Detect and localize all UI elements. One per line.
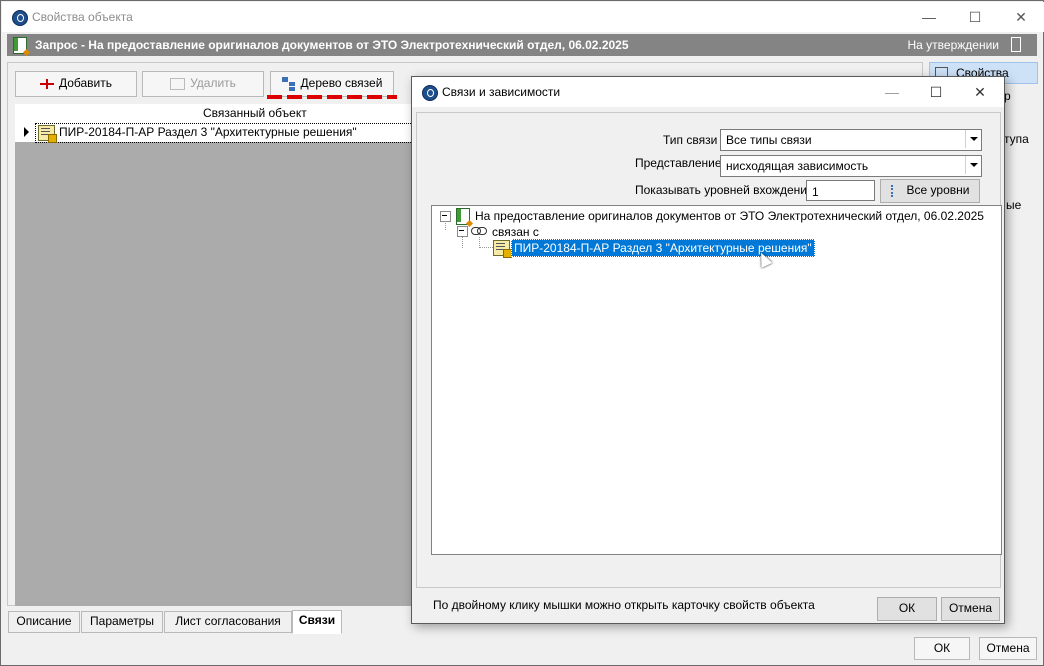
add-icon — [39, 78, 54, 89]
close-icon[interactable]: ✕ — [998, 2, 1044, 32]
grid-header-label: Связанный объект — [203, 106, 307, 120]
delete-button[interactable]: Удалить — [142, 71, 264, 97]
link-tree-icon — [281, 76, 296, 91]
links-dialog: Связи и зависимости — ☐ ✕ Тип связи Все … — [411, 76, 1005, 624]
annotation-dash — [307, 95, 322, 99]
document-status[interactable]: На утверждении — [908, 38, 1000, 52]
status-menu-icon[interactable] — [1011, 37, 1021, 52]
add-button-label: Добавить — [58, 76, 113, 90]
view-value: нисходящая зависимость — [726, 159, 869, 173]
levels-input[interactable]: 1 — [806, 180, 875, 201]
tree-line — [479, 247, 493, 248]
right-side-item[interactable]: ые — [1006, 198, 1021, 212]
dialog-maximize-icon[interactable]: ☐ — [914, 77, 958, 107]
levels-value: 1 — [812, 185, 819, 199]
tab-links-label: Связи — [298, 613, 336, 627]
annotation-dash — [287, 95, 302, 99]
main-window-title: Свойства объекта — [32, 10, 133, 24]
linked-objects-grid: Связанный объект ПИР-20184-П-АР Раздел 3… — [15, 104, 417, 606]
tree-line — [445, 221, 446, 230]
add-button[interactable]: Добавить — [15, 71, 137, 97]
link-type-label: Тип связи — [663, 133, 718, 147]
tab-parameters-label: Параметры — [90, 614, 154, 628]
tree-root-node[interactable]: На предоставление оригиналов документов … — [475, 209, 984, 223]
right-side-item[interactable]: р — [1004, 89, 1011, 103]
chevron-down-icon[interactable] — [965, 130, 981, 148]
linked-object-name: ПИР-20184-П-АР Раздел 3 "Архитектурные р… — [59, 125, 357, 139]
annotation-dash — [327, 95, 342, 99]
tree-child-node[interactable]: ПИР-20184-П-АР Раздел 3 "Архитектурные р… — [511, 239, 815, 257]
link-tree-button[interactable]: Дерево связей — [270, 71, 394, 97]
tab-parameters[interactable]: Параметры — [81, 611, 163, 633]
dialog-cancel-button[interactable]: Отмена — [941, 597, 1000, 621]
tab-approval-sheet[interactable]: Лист согласования — [164, 611, 292, 633]
dialog-ok-button[interactable]: ОК — [877, 597, 937, 621]
maximize-icon[interactable]: ☐ — [952, 2, 998, 32]
dialog-minimize-icon[interactable]: — — [870, 77, 914, 107]
annotation-dash — [267, 95, 282, 99]
tree-relation-node[interactable]: связан с — [492, 225, 539, 239]
levels-icon — [890, 184, 901, 197]
grid-header[interactable]: Связанный объект — [15, 104, 415, 124]
cancel-button[interactable]: Отмена — [979, 637, 1037, 660]
table-row[interactable]: ПИР-20184-П-АР Раздел 3 "Архитектурные р… — [15, 123, 417, 143]
links-tree[interactable]: На предоставление оригиналов документов … — [431, 205, 1002, 555]
collapse-icon[interactable] — [457, 226, 468, 237]
hint-text: По двойному клику мышки можно открыть ка… — [433, 598, 815, 612]
dialog-titlebar: Связи и зависимости — ☐ ✕ — [412, 77, 1004, 107]
project-document-icon — [493, 240, 512, 258]
view-select[interactable]: нисходящая зависимость — [720, 155, 982, 177]
project-document-icon — [38, 125, 57, 143]
minimize-icon[interactable]: — — [906, 2, 952, 32]
delete-icon — [170, 77, 186, 90]
tab-description-label: Описание — [16, 614, 72, 628]
document-title: Запрос - На предоставление оригиналов до… — [35, 38, 629, 52]
main-titlebar: Свойства объекта — ☐ ✕ — [2, 2, 1044, 32]
levels-label: Показывать уровней вхождения — [635, 183, 814, 197]
dialog-title: Связи и зависимости — [442, 85, 561, 99]
document-icon — [13, 37, 27, 54]
annotation-dash — [367, 95, 382, 99]
document-icon — [456, 208, 470, 225]
annotation-dash — [387, 95, 397, 99]
row-pointer-icon — [24, 127, 29, 137]
view-label: Представление — [635, 156, 722, 170]
dialog-app-icon — [422, 85, 438, 101]
delete-button-label: Удалить — [190, 76, 236, 90]
tab-links[interactable]: Связи — [292, 610, 342, 634]
link-type-value: Все типы связи — [726, 133, 812, 147]
all-levels-label: Все уровни — [906, 183, 970, 197]
app-icon — [12, 10, 28, 26]
chevron-down-icon[interactable] — [965, 156, 981, 174]
tree-line — [462, 237, 463, 248]
dialog-close-icon[interactable]: ✕ — [958, 77, 1002, 107]
link-tree-button-label: Дерево связей — [300, 76, 383, 90]
tab-approval-sheet-label: Лист согласования — [175, 614, 281, 628]
document-header-bar: Запрос - На предоставление оригиналов до… — [7, 34, 1037, 56]
ok-button[interactable]: ОК — [914, 637, 970, 660]
all-levels-button[interactable]: Все уровни — [880, 179, 980, 203]
dialog-body: Тип связи Все типы связи Представление н… — [416, 112, 1002, 612]
link-type-select[interactable]: Все типы связи — [720, 129, 982, 151]
link-icon — [471, 227, 487, 235]
annotation-dash — [347, 95, 362, 99]
tab-description[interactable]: Описание — [8, 611, 80, 633]
